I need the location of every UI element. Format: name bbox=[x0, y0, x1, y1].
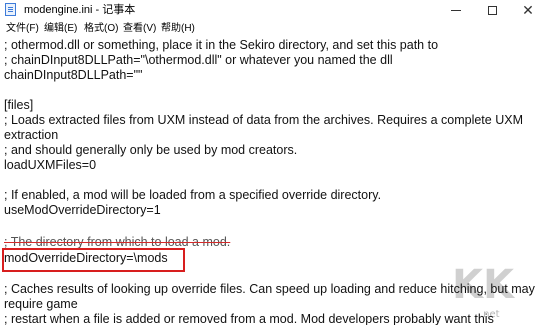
menu-file[interactable]: 文件(F) bbox=[6, 22, 39, 35]
maximize-button[interactable] bbox=[478, 0, 506, 20]
minimize-button[interactable] bbox=[442, 0, 470, 20]
text-line: ; chainDInput8DLLPath="\othermod.dll" or… bbox=[4, 53, 393, 67]
watermark-logo: KK .net bbox=[446, 262, 546, 322]
maximize-icon bbox=[487, 5, 497, 15]
close-icon: ✕ bbox=[522, 2, 534, 18]
text-line: ; Loads extracted files from UXM instead… bbox=[4, 113, 523, 127]
menu-help[interactable]: 帮助(H) bbox=[161, 22, 195, 35]
text-line: require game bbox=[4, 297, 78, 311]
close-button[interactable]: ✕ bbox=[514, 0, 542, 20]
text-line: ; restart when a file is added or remove… bbox=[4, 312, 494, 325]
text-line: [files] bbox=[4, 98, 34, 112]
minimize-icon bbox=[451, 9, 461, 11]
text-line: chainDInput8DLLPath="" bbox=[4, 68, 143, 82]
watermark-text: KK bbox=[452, 262, 514, 308]
menu-edit[interactable]: 编辑(E) bbox=[44, 22, 77, 35]
text-line: ; If enabled, a mod will be loaded from … bbox=[4, 188, 382, 202]
notepad-icon bbox=[5, 3, 16, 16]
text-line: ; othermod.dll or something, place it in… bbox=[4, 38, 439, 52]
title-bar: modengine.ini - 记事本 ✕ bbox=[0, 0, 549, 20]
menu-bar: 文件(F) 编辑(E) 格式(O) 查看(V) 帮助(H) bbox=[0, 20, 549, 39]
highlight-annotation-box bbox=[2, 248, 185, 272]
window-title: modengine.ini - 记事本 bbox=[24, 4, 136, 16]
text-line: useModOverrideDirectory=1 bbox=[4, 203, 161, 217]
menu-format[interactable]: 格式(O) bbox=[84, 22, 118, 35]
watermark-url: .net bbox=[480, 309, 500, 320]
text-line: ; and should generally only be used by m… bbox=[4, 143, 298, 157]
text-line: loadUXMFiles=0 bbox=[4, 158, 97, 172]
menu-view[interactable]: 查看(V) bbox=[123, 22, 156, 35]
text-line: extraction bbox=[4, 128, 59, 142]
